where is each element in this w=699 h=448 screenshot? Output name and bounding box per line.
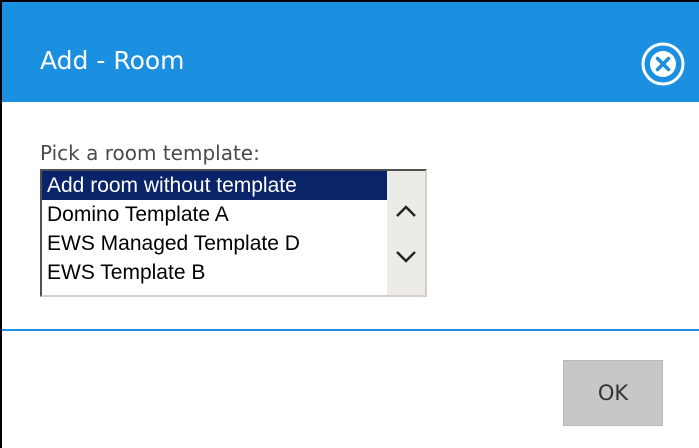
footer-divider bbox=[2, 329, 699, 331]
ok-button[interactable]: OK bbox=[563, 360, 663, 426]
dialog-titlebar: Add - Room bbox=[2, 2, 699, 102]
template-option[interactable]: Domino Template A bbox=[42, 200, 387, 229]
chevron-down-icon bbox=[396, 251, 416, 263]
listbox-scrollbar[interactable] bbox=[387, 171, 425, 295]
close-button[interactable] bbox=[640, 41, 686, 87]
close-circle-icon bbox=[641, 42, 685, 86]
dialog-title: Add - Room bbox=[40, 46, 185, 75]
chevron-up-icon bbox=[396, 205, 416, 217]
template-option[interactable]: Add room without template bbox=[42, 171, 387, 200]
scroll-down-button[interactable] bbox=[391, 241, 421, 271]
template-option[interactable]: EWS Template B bbox=[42, 258, 387, 287]
template-option[interactable]: EWS Managed Template D bbox=[42, 229, 387, 258]
room-template-listbox[interactable]: Add room without template Domino Templat… bbox=[40, 169, 427, 297]
scroll-up-button[interactable] bbox=[391, 197, 421, 227]
add-room-dialog: Add - Room Pick a room template: Add roo… bbox=[0, 0, 699, 448]
template-options: Add room without template Domino Templat… bbox=[42, 171, 387, 295]
dialog-body: Pick a room template: Add room without t… bbox=[2, 102, 699, 329]
template-prompt-label: Pick a room template: bbox=[40, 141, 260, 165]
